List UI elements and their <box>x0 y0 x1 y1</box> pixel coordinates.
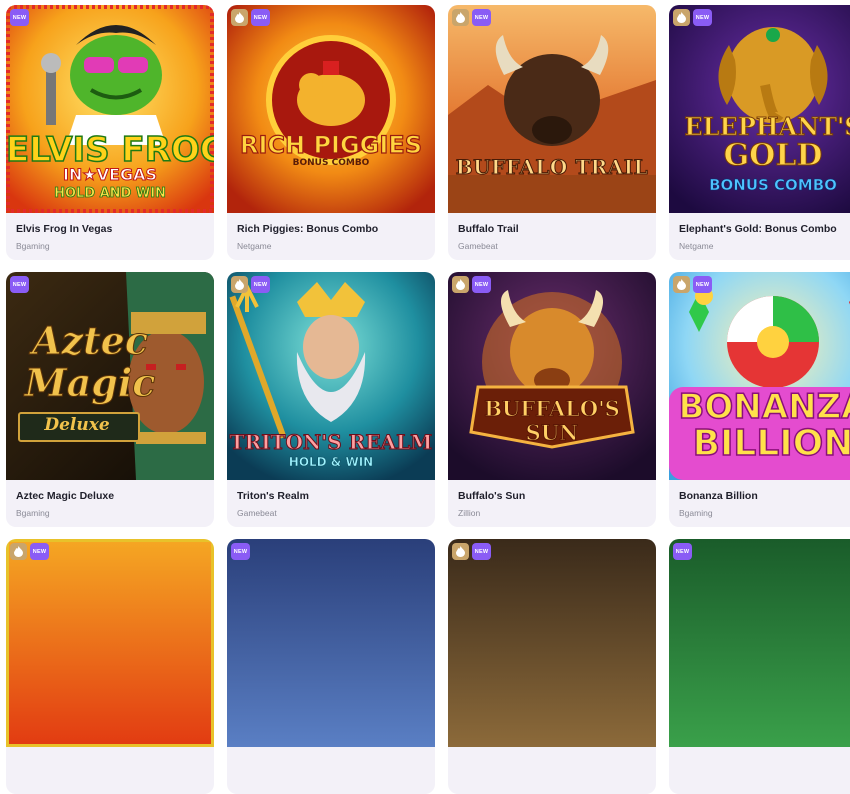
game-provider: Netgame <box>237 241 272 251</box>
game-provider: Bgaming <box>16 508 50 518</box>
badges: NEW <box>673 276 712 293</box>
badges: NEW <box>673 543 692 560</box>
buffalo-trail-artwork <box>448 5 656 213</box>
fire-icon <box>231 9 248 26</box>
game-provider: Gamebeat <box>237 508 277 518</box>
badges: NEW <box>10 543 49 560</box>
art-title-line: IN★VEGAS <box>62 165 158 184</box>
new-badge: NEW <box>231 543 250 560</box>
new-badge: NEW <box>251 276 270 293</box>
new-badge: NEW <box>251 9 270 26</box>
game-provider: Zillion <box>458 508 481 518</box>
new-badge: NEW <box>693 9 712 26</box>
badges: NEW <box>231 543 250 560</box>
game-thumbnail[interactable] <box>227 539 435 747</box>
art-title-line: GOLD <box>723 138 823 173</box>
game-title[interactable]: Elephant's Gold: Bonus Combo <box>679 223 850 235</box>
new-badge: NEW <box>693 276 712 293</box>
game-title[interactable]: Triton's Realm <box>237 490 425 502</box>
game-card-buffalo-trail[interactable]: BUFFALO TRAIL NEW Buffalo Trail Gamebeat <box>448 5 656 260</box>
game-thumbnail[interactable] <box>448 539 656 747</box>
new-badge: NEW <box>472 9 491 26</box>
art-title-line: BONUS COMBO <box>709 176 837 194</box>
art-title-line: Aztec <box>32 318 149 363</box>
game-thumbnail[interactable]: Aztec Magic Deluxe <box>6 272 214 480</box>
game-thumbnail[interactable]: TRITON'S REALM HOLD & WIN <box>227 272 435 480</box>
new-badge: NEW <box>10 9 29 26</box>
new-badge: NEW <box>673 543 692 560</box>
game-card-partial[interactable]: NEW <box>227 539 435 794</box>
game-card-buffalos-sun[interactable]: BUFFALO'S SUN NEW Buffalo's Sun Zillion <box>448 272 656 527</box>
art-title-line: HOLD AND WIN <box>54 186 167 201</box>
buffalos-sun-artwork <box>448 272 656 480</box>
game-thumbnail[interactable]: BUFFALO'S SUN <box>448 272 656 480</box>
new-badge: NEW <box>30 543 49 560</box>
game-provider: Bgaming <box>679 508 713 518</box>
badges: NEW <box>452 543 491 560</box>
game-provider: Bgaming <box>16 241 50 251</box>
game-thumbnail[interactable]: RICH PIGGIES BONUS COMBO <box>227 5 435 213</box>
game-title[interactable]: Aztec Magic Deluxe <box>16 490 204 502</box>
game-card-bonanza-billion[interactable]: BONANZA BILLION NEW Bonanza Billion Bgam… <box>669 272 850 527</box>
game-card-partial[interactable]: NEW <box>6 539 214 794</box>
game-card-partial[interactable]: NEW <box>669 539 850 794</box>
art-title-line: ELVIS FROG <box>6 130 214 170</box>
fire-icon <box>10 543 27 560</box>
game-title[interactable]: Buffalo's Sun <box>458 490 646 502</box>
rich-piggies-artwork <box>227 5 435 213</box>
game-thumbnail[interactable] <box>6 539 214 747</box>
art-title-line: BUFFALO TRAIL <box>455 155 649 179</box>
new-badge: NEW <box>10 276 29 293</box>
game-card-aztec-magic[interactable]: Aztec Magic Deluxe NEW Aztec Magic Delux… <box>6 272 214 527</box>
fire-icon <box>452 276 469 293</box>
game-card-tritons-realm[interactable]: TRITON'S REALM HOLD & WIN NEW Triton's R… <box>227 272 435 527</box>
badges: NEW <box>10 9 29 26</box>
art-title-line: BONANZA <box>678 387 850 427</box>
fire-icon <box>452 543 469 560</box>
game-card-rich-piggies[interactable]: RICH PIGGIES BONUS COMBO NEW Rich Piggie… <box>227 5 435 260</box>
badges: NEW <box>231 9 270 26</box>
game-thumbnail[interactable]: BONANZA BILLION <box>669 272 850 480</box>
fire-icon <box>452 9 469 26</box>
game-provider: Netgame <box>679 241 714 251</box>
game-card-partial[interactable]: NEW <box>448 539 656 794</box>
game-thumbnail[interactable]: ELVIS FROG IN★VEGAS HOLD AND WIN <box>6 5 214 213</box>
game-title[interactable]: Buffalo Trail <box>458 223 646 235</box>
art-title-line: SUN <box>525 420 579 445</box>
game-title[interactable]: Elvis Frog In Vegas <box>16 223 204 235</box>
art-title-line: ELEPHANT'S <box>684 112 850 141</box>
art-title-line: BONUS COMBO <box>292 158 370 168</box>
fire-icon <box>231 276 248 293</box>
game-thumbnail[interactable]: BUFFALO TRAIL <box>448 5 656 213</box>
game-title[interactable]: Bonanza Billion <box>679 490 850 502</box>
art-title-line: BILLION <box>692 423 850 464</box>
game-card-elephants-gold[interactable]: ELEPHANT'S GOLD BONUS COMBO NEW Elephant… <box>669 5 850 260</box>
game-thumbnail[interactable] <box>669 539 850 747</box>
badges: NEW <box>10 276 29 293</box>
game-thumbnail[interactable]: ELEPHANT'S GOLD BONUS COMBO <box>669 5 850 213</box>
art-title-line: HOLD & WIN <box>288 455 374 469</box>
game-title[interactable]: Rich Piggies: Bonus Combo <box>237 223 425 235</box>
art-title-line: TRITON'S REALM <box>229 430 433 454</box>
badges: NEW <box>231 276 270 293</box>
badges: NEW <box>452 276 491 293</box>
badges: NEW <box>673 9 712 26</box>
art-title-line: Magic <box>24 360 156 405</box>
game-card-elvis-frog[interactable]: ELVIS FROG IN★VEGAS HOLD AND WIN NEW Elv… <box>6 5 214 260</box>
badges: NEW <box>452 9 491 26</box>
art-title-line: Deluxe <box>44 415 110 435</box>
fire-icon <box>673 276 690 293</box>
new-badge: NEW <box>472 543 491 560</box>
art-title-line: RICH PIGGIES <box>239 131 422 159</box>
game-provider: Gamebeat <box>458 241 498 251</box>
art-title-line: BUFFALO'S <box>484 396 621 421</box>
fire-icon <box>673 9 690 26</box>
games-grid: ELVIS FROG IN★VEGAS HOLD AND WIN NEW Elv… <box>6 5 850 794</box>
new-badge: NEW <box>472 276 491 293</box>
